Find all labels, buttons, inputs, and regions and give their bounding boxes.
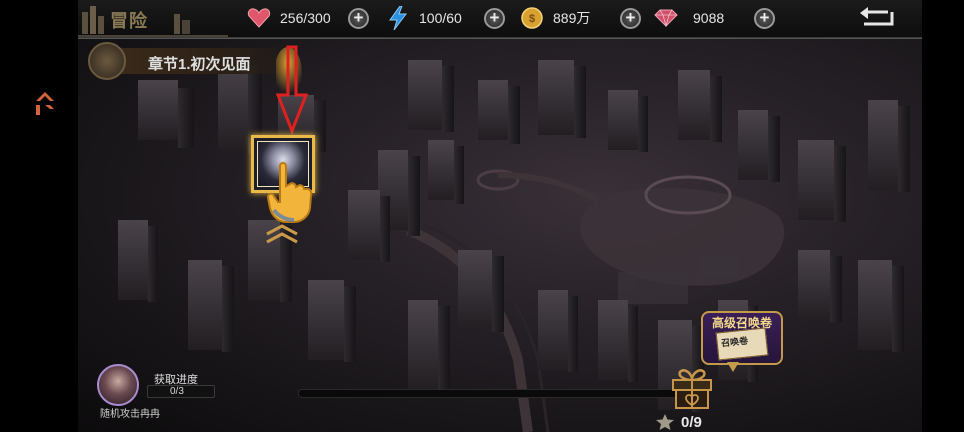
stamina-value: 256/300 (280, 10, 331, 26)
chevron-up-icon (266, 224, 298, 244)
screen: 冒险 256/300 + 100/60 + $ 889万 + 9088 + 章节… (0, 0, 964, 432)
chapter-banner: 章节1.初次见面 (88, 42, 298, 80)
treasure-chest-icon[interactable] (670, 368, 714, 410)
add-energy-button[interactable]: + (484, 8, 505, 29)
gold-value: 889万 (553, 10, 591, 26)
star-value: 0/9 (681, 413, 702, 431)
chapter-emblem-icon (88, 42, 126, 80)
star-progress-track (298, 389, 698, 398)
add-stamina-button[interactable]: + (348, 8, 369, 29)
star-counter: 0/9 (655, 412, 702, 432)
skyline-icon (78, 6, 228, 37)
star-icon (656, 414, 674, 430)
add-gold-button[interactable]: + (620, 8, 641, 29)
ticket-title: 高级召唤卷 (711, 316, 772, 330)
resource-bar: 冒险 256/300 + 100/60 + $ 889万 + 9088 + (78, 0, 922, 39)
return-button[interactable] (848, 4, 908, 32)
svg-text:$: $ (529, 13, 535, 25)
tutorial-arrow-icon (276, 45, 309, 135)
gold-counter: $ 889万 (519, 6, 590, 30)
diamond-icon (653, 6, 679, 30)
logo-title: 冒险 (110, 11, 148, 32)
mission-avatar (97, 364, 139, 406)
diamond-value: 9088 (693, 10, 725, 26)
adventure-logo: 冒险 (78, 0, 228, 38)
chapter-title: 章节1.初次见面 (148, 56, 251, 73)
add-diamond-button[interactable]: + (754, 8, 775, 29)
lightning-icon (385, 6, 411, 30)
energy-value: 100/60 (419, 10, 462, 26)
system-back-icon[interactable] (32, 88, 58, 118)
progress-value: 0/3 (170, 386, 184, 397)
ticket-bubble-tail (727, 362, 739, 372)
mission-panel[interactable]: 获取进度 0/3 随机攻击冉冉 (95, 363, 225, 423)
heart-gem-icon (246, 6, 272, 30)
diamond-counter: 9088 (653, 6, 724, 30)
summon-ticket-button[interactable]: 高级召唤卷 召唤卷 (701, 311, 783, 373)
energy-counter: 100/60 (385, 6, 462, 30)
mission-subtitle: 随机攻击冉冉 (100, 409, 160, 420)
tap-hand-icon (266, 162, 313, 223)
stamina-counter: 256/300 (246, 6, 331, 30)
gold-coin-icon: $ (519, 6, 545, 30)
